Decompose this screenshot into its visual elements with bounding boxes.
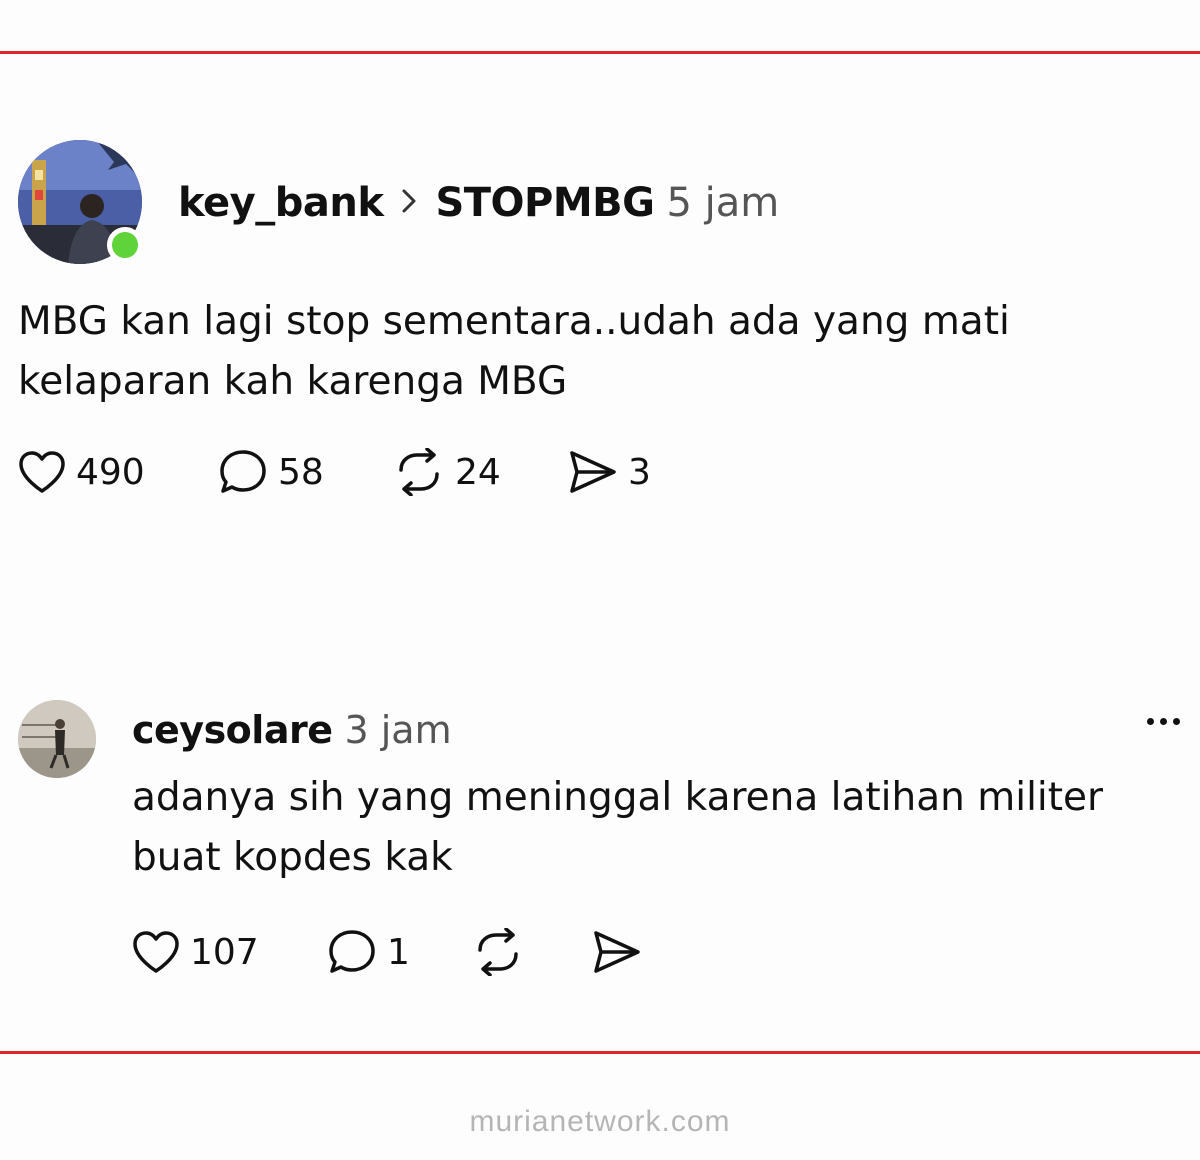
post-text: MBG kan lagi stop sementara..udah ada ya… <box>18 299 1010 404</box>
like-button[interactable]: 107 <box>132 930 327 974</box>
share-button[interactable] <box>592 929 642 975</box>
reply-header: ceysolare 3 jam <box>132 706 452 754</box>
repost-button[interactable] <box>472 928 592 976</box>
reply-avatar[interactable] <box>18 700 96 778</box>
repost-button[interactable]: 24 <box>393 448 568 496</box>
heart-icon <box>133 931 179 973</box>
heart-icon <box>19 451 65 493</box>
comment-icon <box>220 450 266 493</box>
online-status-indicator <box>107 227 143 263</box>
top-divider <box>0 51 1200 54</box>
watermark: murianetwork.com <box>469 1105 731 1138</box>
like-count: 107 <box>190 931 259 973</box>
post-community[interactable]: STOPMBG <box>435 180 655 226</box>
avatar-photo <box>18 700 96 778</box>
share-button[interactable]: 3 <box>568 449 651 495</box>
comment-icon <box>329 930 375 973</box>
repost-icon <box>478 928 518 976</box>
bottom-divider <box>0 1051 1200 1054</box>
chevron-right-icon <box>401 184 417 222</box>
more-icon[interactable] <box>1147 718 1180 725</box>
reply-username[interactable]: ceysolare <box>132 708 333 752</box>
post-actions: 490 58 24 3 <box>18 448 651 496</box>
share-count: 3 <box>628 451 651 493</box>
comment-count: 58 <box>278 451 324 493</box>
screenshot-page: key_bank STOPMBG 5 jam MBG kan lagi stop… <box>0 0 1200 1160</box>
comment-button[interactable]: 58 <box>218 448 393 496</box>
post-timestamp: 5 jam <box>666 180 780 226</box>
like-button[interactable]: 490 <box>18 450 218 494</box>
post-username[interactable]: key_bank <box>178 180 384 226</box>
repost-count: 24 <box>455 451 501 493</box>
like-count: 490 <box>76 451 145 493</box>
comment-count: 1 <box>387 931 410 973</box>
post-header: key_bank STOPMBG 5 jam <box>178 178 779 228</box>
reply-actions: 107 1 <box>132 928 642 976</box>
repost-icon <box>399 448 439 496</box>
reply-text: adanya sih yang meninggal karena latihan… <box>132 775 1104 880</box>
comment-button[interactable]: 1 <box>327 928 472 976</box>
reply-timestamp: 3 jam <box>344 708 452 752</box>
share-icon <box>594 931 640 973</box>
post-avatar[interactable] <box>18 140 143 264</box>
share-icon <box>570 451 616 493</box>
